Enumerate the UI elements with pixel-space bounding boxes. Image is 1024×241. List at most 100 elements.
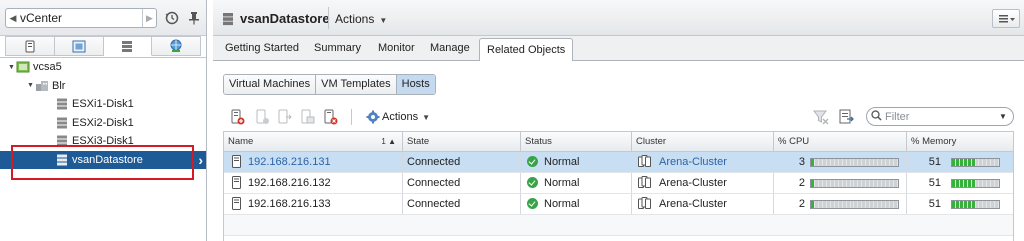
table-empty-row — [224, 215, 1013, 236]
usage-bar-segment — [850, 159, 854, 166]
tree-item-vsandatastore[interactable]: vsanDatastore › — [0, 150, 206, 169]
column-header-name[interactable]: Name 1 ▲ — [224, 132, 403, 151]
tab-getting-started[interactable]: Getting Started — [225, 42, 299, 54]
tab-storage[interactable] — [103, 36, 153, 56]
usage-bar-segment — [874, 180, 878, 187]
table-row[interactable]: 192.168.216.132 Connected Normal Arena-C… — [224, 173, 1013, 194]
usage-bar-segment — [882, 201, 886, 208]
usage-bar-segment — [886, 159, 890, 166]
usage-bar-segment — [959, 159, 963, 166]
cell-memory: 51 — [907, 173, 1013, 193]
tab-manage[interactable]: Manage — [430, 42, 470, 54]
subtab-vm-templates[interactable]: VM Templates — [316, 75, 397, 94]
header-options-button[interactable] — [992, 9, 1020, 28]
host-name-link[interactable]: 192.168.216.131 — [248, 156, 331, 168]
forward-arrow-icon[interactable]: ▶ — [142, 9, 156, 27]
status-value: Normal — [544, 177, 580, 189]
usage-bar-segment — [830, 201, 834, 208]
header-actions-menu[interactable]: Actions ▼ — [335, 12, 387, 26]
usage-bar-segment — [862, 201, 866, 208]
status-value: Normal — [544, 156, 580, 168]
history-icon[interactable] — [165, 11, 179, 25]
tab-summary[interactable]: Summary — [314, 42, 361, 54]
host-folder-icon[interactable] — [299, 109, 315, 125]
usage-bar-segment — [894, 180, 897, 187]
tree-item-esxi2-disk1[interactable]: ESXi2-Disk1 — [0, 114, 206, 133]
add-host-icon[interactable] — [229, 109, 245, 125]
table-row[interactable]: 192.168.216.131 Connected Normal Arena-C… — [224, 152, 1013, 173]
navigator-back-button[interactable]: ◀ vCenter ▶ — [5, 8, 157, 28]
host-connect-icon[interactable] — [254, 109, 270, 125]
filter-input[interactable]: Filter ▼ — [866, 107, 1014, 126]
cluster-link[interactable]: Arena-Cluster — [659, 198, 727, 210]
cell-cpu: 3 — [774, 152, 907, 172]
tree-item-esxi3-disk1[interactable]: ESXi3-Disk1 — [0, 132, 206, 151]
cluster-link[interactable]: Arena-Cluster — [659, 177, 727, 189]
expand-arrow-icon[interactable]: ▼ — [7, 64, 16, 71]
datastore-icon — [57, 117, 67, 129]
usage-bar-segment — [870, 201, 874, 208]
cluster-link[interactable]: Arena-Cluster — [659, 156, 727, 168]
column-header-cpu[interactable]: % CPU — [774, 132, 907, 151]
object-tabs: Getting Started Summary Monitor Manage R… — [213, 36, 1024, 62]
usage-bar-segment — [979, 201, 983, 208]
subtab-virtual-machines[interactable]: Virtual Machines — [224, 75, 317, 94]
tab-vms-templates[interactable] — [54, 36, 104, 56]
usage-bar-segment — [963, 201, 967, 208]
tab-related-objects[interactable]: Related Objects — [479, 38, 574, 62]
cpu-usage-bar — [810, 200, 899, 209]
usage-bar-segment — [890, 159, 894, 166]
usage-bar-segment — [995, 201, 999, 208]
host-enter-maintenance-icon[interactable] — [276, 109, 292, 125]
cell-cluster: Arena-Cluster — [632, 173, 774, 193]
host-remove-icon[interactable] — [322, 109, 338, 125]
list-menu-icon — [999, 15, 1015, 23]
state-value: Connected — [407, 156, 461, 168]
column-header-cluster[interactable]: Cluster — [632, 132, 774, 151]
usage-bar-segment — [858, 201, 862, 208]
cluster-icon — [638, 197, 651, 209]
column-header-memory[interactable]: % Memory — [907, 132, 1013, 151]
inventory-tree: ▼ vcsa5 ▼ Blr ESXi1-Disk1 ESXi2-Disk1 ES… — [0, 57, 206, 169]
tree-item-esxi1-disk1[interactable]: ESXi1-Disk1 — [0, 95, 206, 114]
usage-bar-segment — [971, 180, 975, 187]
tree-item-blr[interactable]: ▼ Blr — [0, 77, 206, 96]
export-list-icon[interactable] — [838, 109, 854, 125]
clear-filter-icon[interactable] — [813, 109, 829, 125]
cell-memory: 51 — [907, 152, 1013, 172]
usage-bar-segment — [952, 180, 955, 187]
usage-bar-segment — [967, 201, 971, 208]
column-header-state[interactable]: State — [403, 132, 521, 151]
usage-bar-segment — [959, 180, 963, 187]
usage-bar-segment — [811, 159, 814, 166]
chevron-right-icon[interactable]: › — [198, 152, 203, 168]
column-header-status[interactable]: Status — [521, 132, 632, 151]
tab-hosts-clusters[interactable] — [5, 36, 55, 56]
navigator-back-label: vCenter — [20, 11, 63, 25]
tab-monitor[interactable]: Monitor — [378, 42, 415, 54]
memory-usage-bar — [951, 200, 1000, 209]
usage-bar-segment — [882, 180, 886, 187]
tree-item-label: Blr — [52, 79, 66, 92]
usage-bar-segment — [818, 180, 822, 187]
usage-bar-segment — [995, 159, 999, 166]
toolbar-actions-menu[interactable]: Actions ▼ — [366, 110, 430, 124]
usage-bar-segment — [850, 180, 854, 187]
tree-item-vcsa5[interactable]: ▼ vcsa5 — [0, 58, 206, 77]
host-icon — [25, 40, 35, 52]
host-name-link[interactable]: 192.168.216.133 — [248, 198, 331, 210]
memory-usage-bar — [951, 179, 1000, 188]
chevron-down-icon[interactable]: ▼ — [999, 112, 1013, 121]
usage-bar-segment — [971, 201, 975, 208]
table-header: Name 1 ▲ State Status Cluster % CPU % Me… — [224, 132, 1013, 152]
tab-networking[interactable] — [152, 36, 201, 56]
table-row[interactable]: 192.168.216.133 Connected Normal Arena-C… — [224, 194, 1013, 215]
usage-bar-segment — [842, 159, 846, 166]
usage-bar-segment — [811, 180, 814, 187]
expand-arrow-icon[interactable]: ▼ — [26, 82, 35, 89]
subtab-hosts[interactable]: Hosts — [396, 75, 435, 94]
usage-bar-segment — [814, 180, 818, 187]
tree-item-label: vcsa5 — [33, 61, 62, 74]
host-name-link[interactable]: 192.168.216.132 — [248, 177, 331, 189]
pin-icon[interactable] — [188, 11, 200, 25]
